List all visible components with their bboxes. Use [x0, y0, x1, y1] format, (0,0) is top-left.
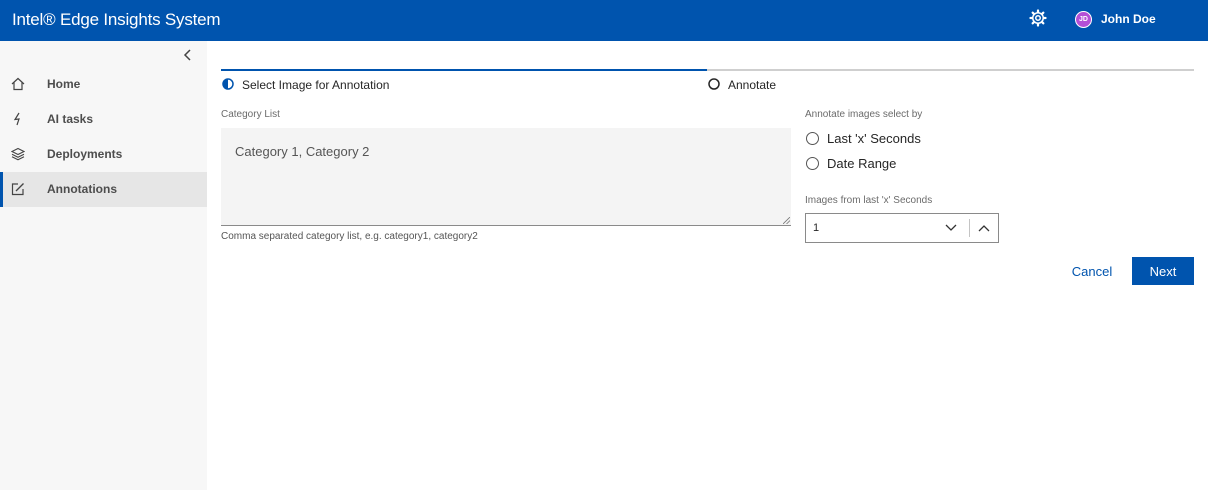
resize-grip-icon[interactable]: [783, 217, 790, 224]
step-annotate[interactable]: Annotate: [728, 78, 776, 92]
stepper-divider: [969, 219, 970, 237]
radio-last-seconds[interactable]: Last 'x' Seconds: [806, 131, 921, 146]
seconds-label: Images from last 'x' Seconds: [805, 195, 933, 206]
sidebar-item-ai-tasks[interactable]: AI tasks: [0, 102, 207, 137]
chevron-left-icon[interactable]: [181, 47, 195, 63]
category-list-help: Comma separated category list, e.g. cate…: [221, 231, 478, 242]
chevron-down-icon[interactable]: [944, 222, 958, 234]
step-select-image[interactable]: Select Image for Annotation: [242, 78, 389, 92]
sidebar-item-home[interactable]: Home: [0, 67, 207, 102]
radio-label: Last 'x' Seconds: [827, 131, 921, 146]
user-name[interactable]: John Doe: [1101, 12, 1156, 26]
app-title: Intel® Edge Insights System: [12, 10, 221, 29]
radio-button[interactable]: [806, 157, 819, 170]
lightning-icon: [13, 112, 20, 126]
sidebar-item-annotations[interactable]: Annotations: [0, 172, 207, 207]
top-bar: Intel® Edge Insights System JD John Doe: [0, 0, 1208, 41]
sidebar-item-label: Annotations: [47, 182, 117, 196]
avatar[interactable]: JD: [1075, 11, 1092, 28]
radio-label: Date Range: [827, 156, 897, 171]
sidebar-item-label: AI tasks: [47, 112, 94, 126]
gear-icon[interactable]: [1029, 9, 1047, 27]
seconds-value[interactable]: 1: [813, 222, 819, 234]
half-circle-icon: [222, 78, 234, 90]
sidebar-item-label: Home: [47, 77, 81, 91]
chevron-up-icon[interactable]: [977, 222, 991, 234]
circle-icon: [708, 78, 720, 90]
next-button[interactable]: Next: [1132, 257, 1194, 285]
sidebar-item-label: Deployments: [47, 147, 123, 161]
edit-icon: [11, 183, 24, 196]
select-by-label: Annotate images select by: [805, 109, 923, 120]
stepper-progress: [221, 69, 707, 71]
radio-button[interactable]: [806, 132, 819, 145]
home-icon: [11, 77, 25, 91]
category-list-label: Category List: [221, 109, 280, 120]
layers-icon: [11, 147, 25, 161]
radio-date-range[interactable]: Date Range: [806, 156, 896, 171]
sidebar-item-deployments[interactable]: Deployments: [0, 137, 207, 172]
cancel-button[interactable]: Cancel: [1060, 257, 1124, 285]
category-list-input[interactable]: Category 1, Category 2: [221, 128, 791, 226]
sidebar: Home AI tasks Deployments Annotations: [0, 41, 207, 490]
